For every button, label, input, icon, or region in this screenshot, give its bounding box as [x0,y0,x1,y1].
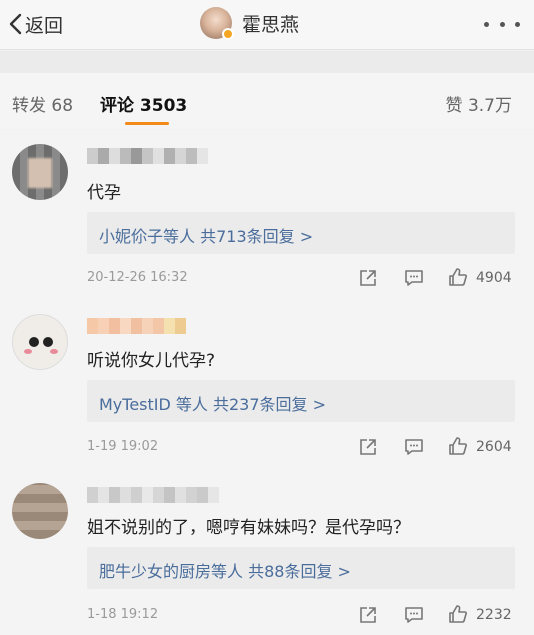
share-icon[interactable] [359,269,377,287]
active-tab-indicator [125,122,169,125]
thumbs-up-icon[interactable] [448,436,468,456]
comment-text: 代孕 [87,183,121,203]
username-blurred [87,487,219,503]
reply-summary-label: 肥牛少女的厨房等人 共88条回复 > [99,562,351,581]
avatar[interactable] [12,483,68,539]
timestamp: 20-12-26 16:32 [87,270,188,285]
reply-icon[interactable] [404,438,424,456]
reply-icon[interactable] [404,606,424,624]
like-count: 2604 [476,439,512,455]
divider [0,51,534,73]
like-count: 2232 [476,607,512,623]
tab-repost[interactable]: 转发 68 [12,91,73,116]
reply-summary[interactable]: 肥牛少女的厨房等人 共88条回复 > [87,547,515,589]
list-item: 代孕 小妮伱子等人 共713条回复 > 20-12-26 16:32 4904 [0,130,534,295]
tab-bar: 转发 68 评论 3503 赞 3.7万 [0,73,534,129]
share-icon[interactable] [359,606,377,624]
reply-summary-label: MyTestID 等人 共237条回复 > [99,395,327,414]
list-item: 听说你女儿代孕? MyTestID 等人 共237条回复 > 1-19 19:0… [0,302,534,467]
back-button[interactable]: 返回 [8,9,63,39]
avatar[interactable] [12,314,68,370]
comment-list: 代孕 小妮伱子等人 共713条回复 > 20-12-26 16:32 4904 … [0,130,534,635]
thumbs-up-icon[interactable] [448,267,468,287]
share-icon[interactable] [359,438,377,456]
list-item: 姐不说别的了，嗯哼有妹妹吗？是代孕吗？ 肥牛少女的厨房等人 共88条回复 > 1… [0,471,534,635]
avatar[interactable] [200,7,234,40]
reply-icon[interactable] [404,269,424,287]
timestamp: 1-19 19:02 [87,439,159,454]
profile-header[interactable]: 霍思燕 [200,6,299,40]
timestamp: 1-18 19:12 [87,607,159,622]
avatar[interactable] [12,144,68,200]
more-dots-icon[interactable] [484,12,520,36]
comment-text: 听说你女儿代孕? [87,351,216,371]
username-blurred [87,318,186,334]
page-title: 霍思燕 [242,13,300,36]
thumbs-up-icon[interactable] [448,604,468,624]
comment-text: 姐不说别的了，嗯哼有妹妹吗？是代孕吗？ [87,518,410,538]
reply-summary[interactable]: 小妮伱子等人 共713条回复 > [87,212,515,254]
reply-summary-label: 小妮伱子等人 共713条回复 > [99,227,314,246]
verified-badge-icon [222,28,234,40]
username-blurred [87,148,208,164]
like-count: 4904 [476,270,512,286]
tab-likes[interactable]: 赞 3.7万 [446,91,512,116]
chevron-left-icon [9,13,22,35]
top-bar: 返回 霍思燕 [0,0,534,50]
back-label: 返回 [25,14,64,37]
reply-summary[interactable]: MyTestID 等人 共237条回复 > [87,380,515,422]
